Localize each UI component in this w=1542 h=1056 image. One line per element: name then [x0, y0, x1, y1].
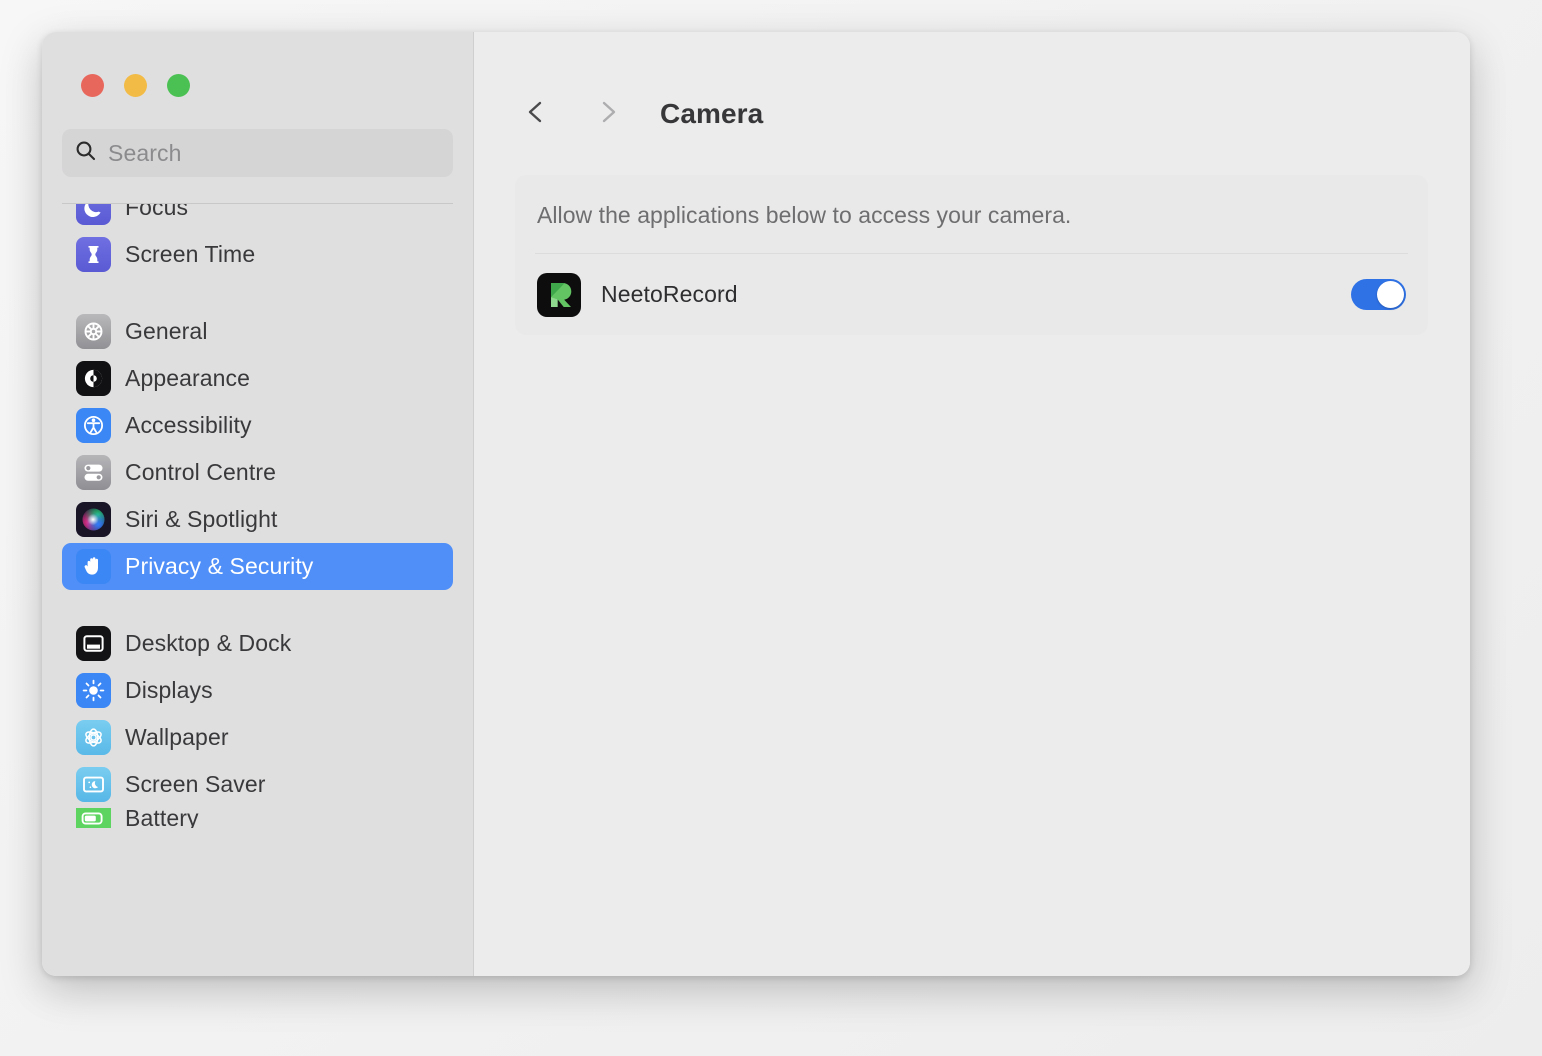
sidebar-item-label: Desktop & Dock: [125, 630, 291, 657]
sidebar-item-label: Displays: [125, 677, 213, 704]
sidebar-item-label: Focus: [125, 204, 188, 221]
sidebar-group-2: General Appearance: [62, 308, 453, 590]
screen-time-icon: [76, 237, 111, 272]
sidebar-item-label: Control Centre: [125, 459, 276, 486]
sidebar-item-focus[interactable]: Focus: [62, 204, 453, 231]
back-button[interactable]: [512, 90, 560, 138]
app-name: NeetoRecord: [601, 281, 738, 308]
search-container: Search: [42, 97, 473, 204]
sidebar-group-3: Desktop & Dock Displays: [62, 620, 453, 828]
sidebar-item-siri-spotlight[interactable]: Siri & Spotlight: [62, 496, 453, 543]
camera-permission-toggle[interactable]: [1351, 279, 1406, 310]
sidebar-item-label: Accessibility: [125, 412, 252, 439]
sidebar-item-label: Battery: [125, 808, 199, 828]
toggle-knob: [1377, 281, 1404, 308]
sidebar-item-label: Wallpaper: [125, 724, 229, 751]
close-button[interactable]: [81, 74, 104, 97]
sidebar-item-label: Screen Time: [125, 241, 255, 268]
minimize-button[interactable]: [124, 74, 147, 97]
displays-icon: [76, 673, 111, 708]
chevron-right-icon: [593, 97, 623, 132]
screen-saver-icon: [76, 767, 111, 802]
sidebar-item-battery[interactable]: Battery: [62, 808, 453, 828]
sidebar-item-label: Screen Saver: [125, 771, 266, 798]
privacy-hand-icon: [76, 549, 111, 584]
system-settings-window: Search Notifications: [42, 32, 1470, 976]
sidebar-group-1: Notifications Focus: [62, 204, 453, 278]
sidebar: Search Notifications: [42, 32, 474, 976]
sidebar-item-label: Siri & Spotlight: [125, 506, 277, 533]
sidebar-item-displays[interactable]: Displays: [62, 667, 453, 714]
neetorecord-icon: [537, 273, 581, 317]
content-pane: Camera Allow the applications below to a…: [474, 32, 1470, 976]
desktop-dock-icon: [76, 626, 111, 661]
sidebar-item-appearance[interactable]: Appearance: [62, 355, 453, 402]
control-centre-icon: [76, 455, 111, 490]
search-icon: [74, 139, 98, 168]
forward-button[interactable]: [584, 90, 632, 138]
sidebar-item-privacy-security[interactable]: Privacy & Security: [62, 543, 453, 590]
battery-icon: [76, 808, 111, 828]
zoom-button[interactable]: [167, 74, 190, 97]
sidebar-item-accessibility[interactable]: Accessibility: [62, 402, 453, 449]
sidebar-item-control-centre[interactable]: Control Centre: [62, 449, 453, 496]
sidebar-item-desktop-dock[interactable]: Desktop & Dock: [62, 620, 453, 667]
page-title: Camera: [660, 98, 763, 130]
appearance-icon: [76, 361, 111, 396]
sidebar-item-label: General: [125, 318, 208, 345]
accessibility-icon: [76, 408, 111, 443]
sidebar-nav[interactable]: Notifications Focus: [42, 204, 473, 976]
sidebar-item-label: Appearance: [125, 365, 250, 392]
sidebar-item-screen-time[interactable]: Screen Time: [62, 231, 453, 278]
siri-icon: [76, 502, 111, 537]
sidebar-item-label: Privacy & Security: [125, 553, 313, 580]
search-input[interactable]: Search: [62, 129, 453, 177]
focus-icon: [76, 204, 111, 225]
app-permission-row: NeetoRecord: [535, 254, 1408, 335]
sidebar-item-general[interactable]: General: [62, 308, 453, 355]
traffic-lights: [42, 32, 473, 97]
chevron-left-icon: [521, 97, 551, 132]
sidebar-item-wallpaper[interactable]: Wallpaper: [62, 714, 453, 761]
camera-permission-card: Allow the applications below to access y…: [515, 175, 1428, 335]
sidebar-item-screen-saver[interactable]: Screen Saver: [62, 761, 453, 808]
toolbar: Camera: [474, 32, 1470, 138]
wallpaper-icon: [76, 720, 111, 755]
general-icon: [76, 314, 111, 349]
search-placeholder: Search: [108, 140, 181, 167]
card-description: Allow the applications below to access y…: [535, 175, 1408, 253]
